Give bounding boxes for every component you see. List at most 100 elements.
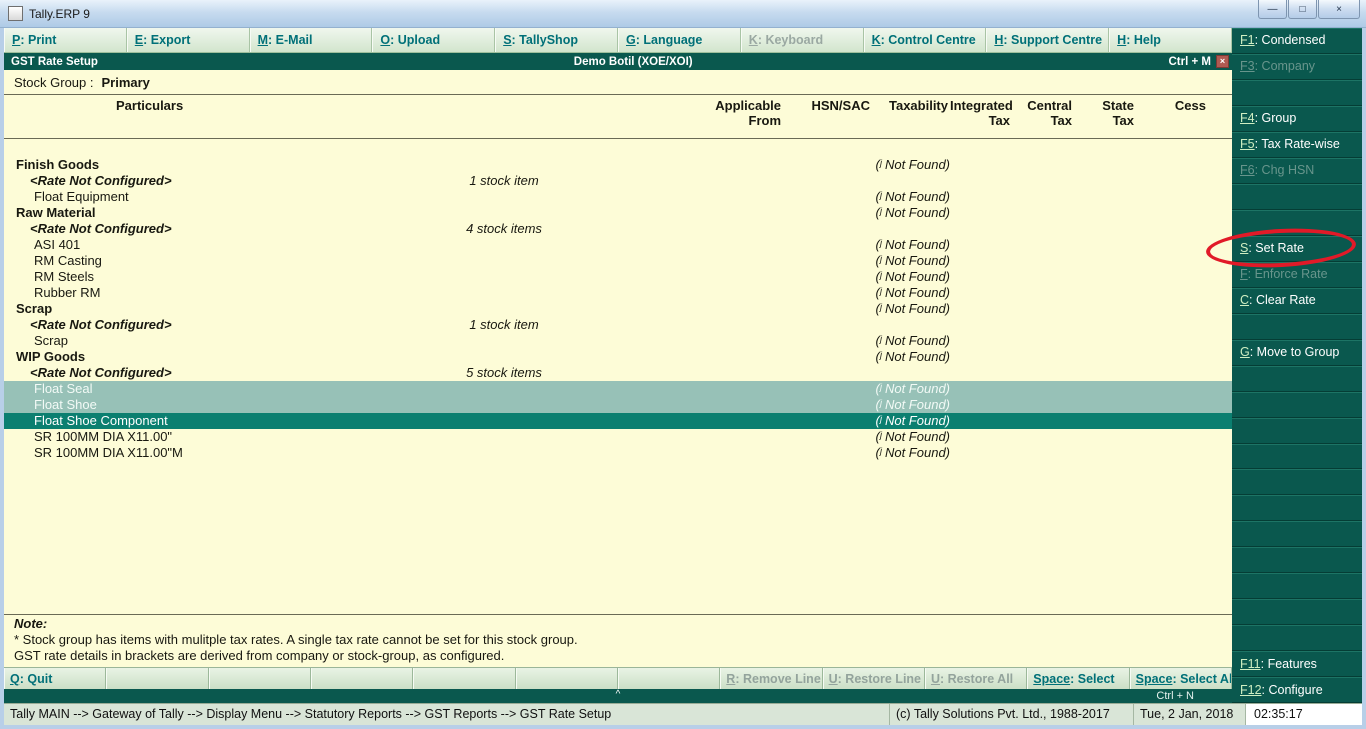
table-row-rate-not-configured[interactable]: <Rate Not Configured> 1 stock item — [4, 317, 1232, 333]
table-body: Finish Goods (ʲ Not Found) <Rate Not Confi… — [4, 139, 1232, 614]
table-row-rm-casting[interactable]: RM Casting (ʲ Not Found) — [4, 253, 1232, 269]
row-name: <Rate Not Configured> — [30, 221, 172, 236]
maximize-button[interactable]: □ — [1288, 0, 1317, 19]
titlebar[interactable]: Tally.ERP 9 — □ × — [0, 0, 1366, 28]
sidebar-button-clear-rate[interactable]: C: Clear Rate — [1232, 288, 1362, 314]
sidebar-button-company: F3: Company — [1232, 54, 1362, 80]
taxability-value: (ʲ Not Found) — [875, 397, 950, 412]
collapse-strip: ^ Ctrl + N — [4, 689, 1232, 703]
sidebar-button-blank-7 — [1232, 210, 1362, 236]
taxability-value: (ʲ Not Found) — [875, 333, 950, 348]
command-button-remove-line: R: Remove Line — [720, 668, 823, 689]
sidebar-button-set-rate[interactable]: S: Set Rate — [1205, 224, 1362, 271]
command-button-restore-all: U: Restore All — [925, 668, 1028, 689]
table-row-scrap[interactable]: Scrap (ʲ Not Found) — [4, 333, 1232, 349]
menu-item-upload[interactable]: O: Upload — [372, 28, 496, 52]
report-close-icon[interactable]: × — [1216, 55, 1229, 68]
stock-group-label: Stock Group : — [14, 74, 94, 90]
sidebar-button-move-to-group[interactable]: G: Move to Group — [1232, 340, 1362, 366]
table-row-raw-material[interactable]: Raw Material (ʲ Not Found) — [4, 205, 1232, 221]
note-lines: * Stock group has items with mulitple ta… — [14, 632, 1222, 664]
table-row-sr-100mm-dia-x11-00[interactable]: SR 100MM DIA X11.00" (ʲ Not Found) — [4, 429, 1232, 445]
menu-item-e-mail[interactable]: M: E-Mail — [250, 28, 373, 52]
table-row-rate-not-configured[interactable]: <Rate Not Configured> 4 stock items — [4, 221, 1232, 237]
row-name: Float Shoe — [34, 397, 97, 412]
sidebar-button-blank-14 — [1232, 392, 1362, 418]
row-name: WIP Goods — [16, 349, 86, 364]
window-title: Tally.ERP 9 — [29, 6, 90, 21]
content-area: P: Print E: Export M: E-Mail O: Upload S: Ta… — [0, 28, 1366, 704]
sidebar-button-features[interactable]: F11: Features — [1232, 651, 1362, 678]
column-header-cess: Cess — [1174, 98, 1206, 113]
command-button-select-all[interactable]: Space: Select All — [1130, 668, 1232, 689]
table-row-float-shoe[interactable]: Float Shoe (ʲ Not Found) — [4, 397, 1232, 413]
menu-item-keyboard: K: Keyboard — [741, 28, 864, 52]
table-row-rm-steels[interactable]: RM Steels (ʲ Not Found) — [4, 269, 1232, 285]
taxability-value: (ʲ Not Found) — [875, 413, 950, 428]
table-row-finish-goods[interactable]: Finish Goods (ʲ Not Found) — [4, 157, 1232, 173]
row-name: Float Shoe Component — [34, 413, 168, 428]
sidebar-button-blank-20 — [1232, 547, 1362, 574]
menu-item-control-centre[interactable]: K: Control Centre — [864, 28, 987, 52]
table-row-rubber-rm[interactable]: Rubber RM (ʲ Not Found) — [4, 285, 1232, 301]
row-name: Float Seal — [34, 381, 93, 396]
table-row-sr-100mm-dia-x11-00-m[interactable]: SR 100MM DIA X11.00"M (ʲ Not Found) — [4, 445, 1232, 461]
note-line: GST rate details in brackets are derived… — [14, 648, 505, 663]
taxability-value: (ʲ Not Found) — [875, 157, 950, 172]
row-name: <Rate Not Configured> — [30, 365, 172, 380]
command-bar: Q: Quit R: Remove Line U: Restore Line U: R… — [4, 667, 1232, 689]
menu-item-support-centre[interactable]: H: Support Centre — [986, 28, 1110, 52]
taxability-value: (ʲ Not Found) — [875, 381, 950, 396]
menu-item-print[interactable]: P: Print — [4, 28, 127, 52]
column-header-particulars: Particulars — [116, 98, 184, 113]
row-name: Scrap — [16, 301, 53, 316]
collapse-shortcut: Ctrl + N — [1156, 690, 1194, 702]
command-button-select[interactable]: Space: Select — [1027, 668, 1130, 689]
taxability-value: (ʲ Not Found) — [875, 269, 950, 284]
collapse-caret-icon[interactable]: ^ — [616, 688, 621, 702]
current-date: Tue, 2 Jan, 2018 — [1134, 704, 1246, 725]
menu-item-tallyshop[interactable]: S: TallyShop — [495, 28, 618, 52]
report-header-right: Ctrl + M × — [1169, 55, 1229, 68]
table-row-float-equipment[interactable]: Float Equipment (ʲ Not Found) — [4, 189, 1232, 205]
stock-group-row: Stock Group : Primary — [4, 70, 1232, 95]
stock-item-count: 1 stock item — [469, 317, 539, 332]
sidebar-button-chg-hsn: F6: Chg HSN — [1232, 158, 1362, 184]
menu-item-export[interactable]: E: Export — [127, 28, 250, 52]
sidebar-button-blank-22 — [1232, 599, 1362, 626]
sidebar-button-blank-16 — [1232, 444, 1362, 470]
command-button-blank-1 — [106, 668, 209, 689]
menu-item-language[interactable]: G: Language — [618, 28, 741, 52]
command-button-blank-3 — [311, 668, 414, 689]
sidebar-button-configure[interactable]: F12: Configure — [1232, 677, 1362, 704]
table-row-asi-401[interactable]: ASI 401 (ʲ Not Found) — [4, 237, 1232, 253]
table-row-wip-goods[interactable]: WIP Goods (ʲ Not Found) — [4, 349, 1232, 365]
close-button[interactable]: × — [1318, 0, 1360, 19]
minimize-button[interactable]: — — [1258, 0, 1287, 19]
sidebar-button-condensed[interactable]: F1: Condensed — [1232, 28, 1362, 54]
sidebar-button-tax-rate-wise[interactable]: F5: Tax Rate-wise — [1232, 132, 1362, 158]
row-name: RM Casting — [34, 253, 102, 268]
statusbar-wrap: Tally MAIN --> Gateway of Tally --> Disp… — [0, 703, 1366, 729]
table-row-scrap[interactable]: Scrap (ʲ Not Found) — [4, 301, 1232, 317]
note-title: Note: — [14, 616, 48, 631]
sidebar-button-group[interactable]: F4: Group — [1232, 106, 1362, 132]
menubar: P: Print E: Export M: E-Mail O: Upload S: Ta… — [4, 28, 1232, 53]
menu-item-help[interactable]: H: Help — [1109, 28, 1232, 52]
table-header: Particulars Applicable From HSN/SAC Taxabil… — [4, 95, 1232, 139]
current-time: 02:35:17 — [1246, 704, 1362, 725]
table-row-rate-not-configured[interactable]: <Rate Not Configured> 1 stock item — [4, 173, 1232, 189]
taxability-value: (ʲ Not Found) — [875, 301, 950, 316]
stock-item-count: 5 stock items — [466, 365, 542, 380]
sidebar-button-blank-11 — [1232, 314, 1362, 340]
tally-window: Tally.ERP 9 — □ × P: Print E: Export M: E-Ma… — [0, 0, 1366, 729]
navigation-path: Tally MAIN --> Gateway of Tally --> Disp… — [4, 704, 890, 725]
table-row-float-shoe-component[interactable]: Float Shoe Component (ʲ Not Found) — [4, 413, 1232, 429]
company-name: Demo Botil (XOE/XOI) — [573, 55, 693, 68]
table-row-float-seal[interactable]: Float Seal (ʲ Not Found) — [4, 381, 1232, 397]
table-row-rate-not-configured[interactable]: <Rate Not Configured> 5 stock items — [4, 365, 1232, 381]
row-name: Raw Material — [16, 205, 96, 220]
column-header-applicable-from: Applicable From — [715, 98, 781, 128]
command-button-quit[interactable]: Q: Quit — [4, 668, 107, 689]
sidebar-button-blank-19 — [1232, 521, 1362, 548]
